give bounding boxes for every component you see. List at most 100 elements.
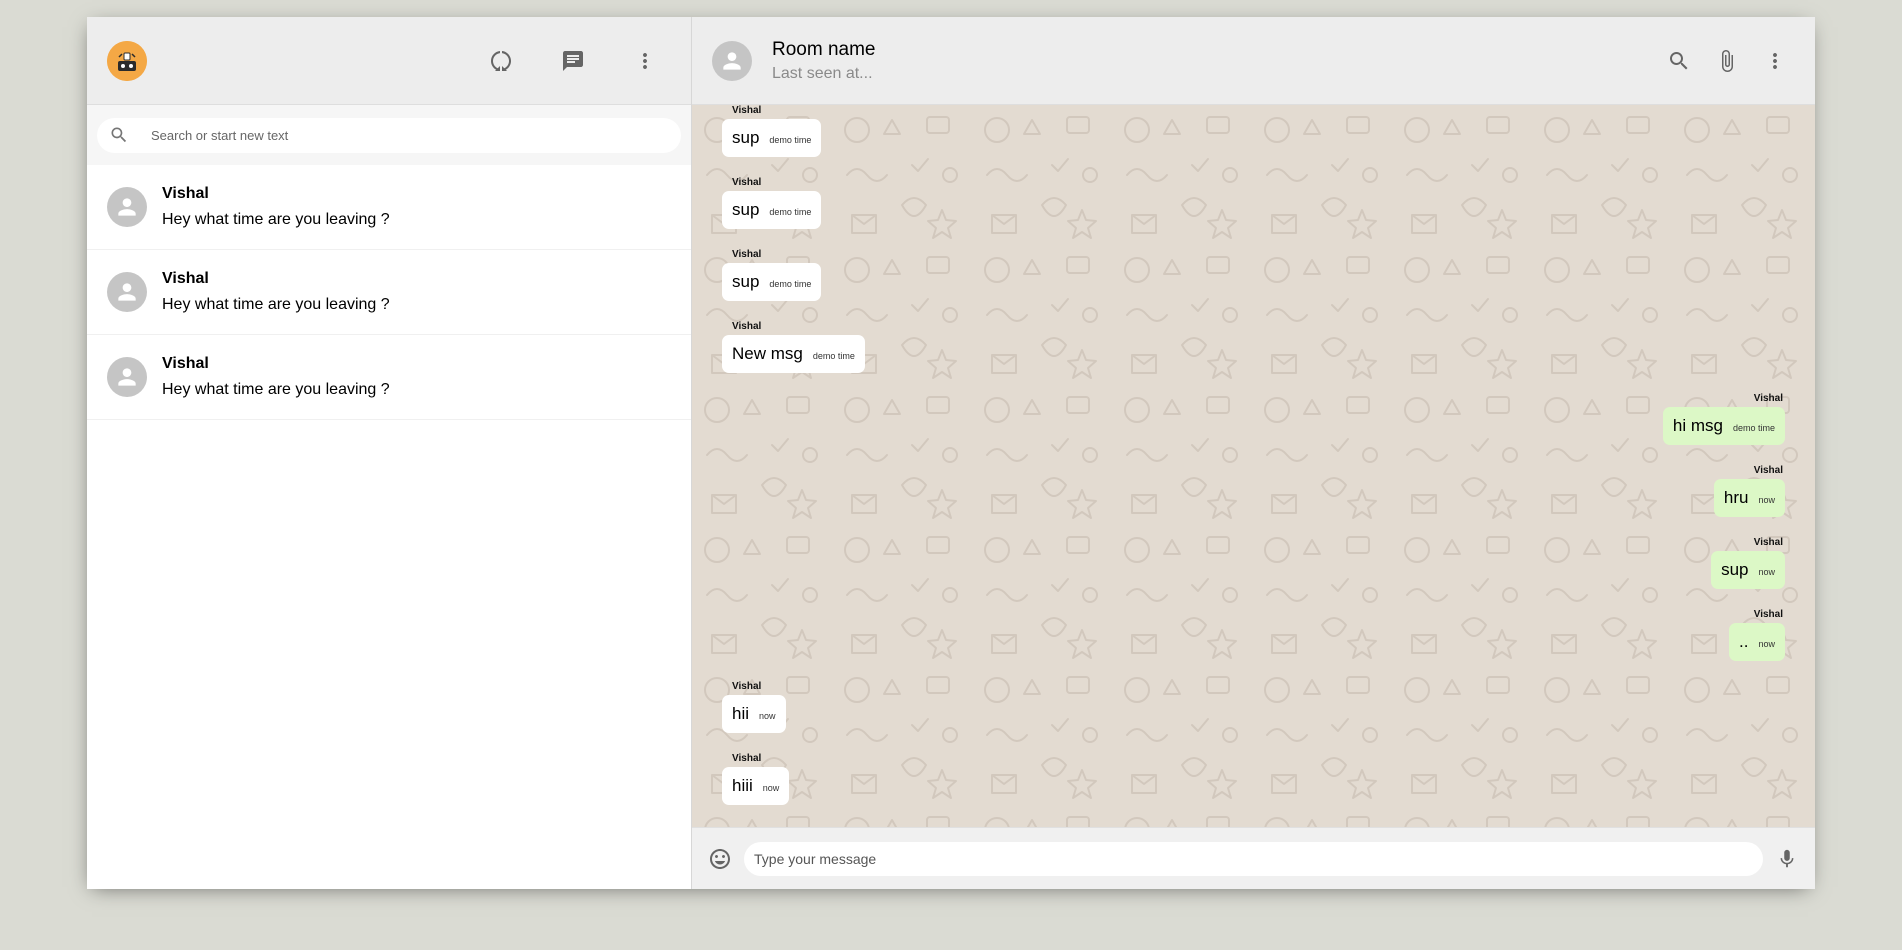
room-name: Room name — [772, 38, 876, 60]
message-bubble[interactable]: New msg demo time — [722, 335, 865, 373]
status-ring-icon — [491, 50, 511, 71]
chat-search-button[interactable] — [1659, 41, 1699, 81]
last-seen: Last seen at... — [772, 64, 873, 82]
message: Vishal hi msg demo time — [722, 393, 1785, 465]
message-time: demo time — [812, 351, 855, 361]
sidebar-header — [87, 17, 691, 105]
message-sender: Vishal — [1753, 393, 1783, 404]
message-time: now — [1758, 495, 1775, 505]
message: Vishal hiii now — [722, 753, 1785, 825]
message-bubble[interactable]: sup demo time — [722, 119, 822, 157]
message: Vishal sup demo time — [722, 249, 1785, 321]
search-icon — [1670, 51, 1688, 69]
chat-info: Vishal Hey what time are you leaving ? — [162, 355, 390, 399]
message-sender: Vishal — [732, 249, 762, 260]
message-sender: Vishal — [732, 681, 762, 692]
message-bubble[interactable]: sup demo time — [722, 191, 822, 229]
sidebar: Vishal Hey what time are you leaving ? V… — [87, 17, 692, 889]
avatar-character-icon — [107, 40, 147, 81]
message-text: .. — [1739, 632, 1749, 651]
chat-last-message: Hey what time are you leaving ? — [162, 296, 390, 313]
mic-icon — [1780, 849, 1794, 867]
chat-list: Vishal Hey what time are you leaving ? V… — [87, 165, 691, 889]
message-sender: Vishal — [732, 753, 762, 764]
message-text: sup — [732, 200, 760, 219]
chat-avatar — [107, 357, 147, 397]
mic-button[interactable] — [1769, 841, 1805, 877]
message-bubble[interactable]: sup now — [1711, 551, 1785, 589]
person-icon — [118, 368, 136, 386]
message-text: hru — [1723, 488, 1749, 507]
chat-menu-button[interactable] — [1755, 41, 1795, 81]
message-time: demo time — [1732, 423, 1775, 433]
chat-info: Vishal Hey what time are you leaving ? — [162, 185, 390, 229]
chat-panel: Room name Last seen at... Vishal sup dem… — [692, 17, 1815, 889]
person-icon — [723, 51, 741, 70]
message: Vishal .. now — [722, 609, 1785, 681]
message-text: hiii — [732, 776, 753, 795]
sidebar-search — [87, 105, 691, 165]
attach-icon — [1722, 49, 1733, 72]
message-sender: Vishal — [732, 105, 762, 116]
sidebar-menu-button[interactable] — [625, 41, 665, 81]
message-time: now — [759, 711, 776, 721]
message: Vishal hii now — [722, 681, 1785, 753]
room-avatar[interactable] — [712, 40, 752, 81]
message-sender: Vishal — [1753, 537, 1783, 548]
chat-list-item[interactable]: Vishal Hey what time are you leaving ? — [87, 335, 691, 420]
message: Vishal hru now — [722, 465, 1785, 537]
chat-last-message: Hey what time are you leaving ? — [162, 211, 390, 228]
message-input[interactable] — [744, 841, 1763, 876]
chat-footer — [692, 827, 1815, 889]
message-time: demo time — [769, 279, 812, 289]
message-time: demo time — [769, 207, 812, 217]
search-container — [97, 117, 681, 153]
search-input[interactable] — [149, 126, 669, 144]
message-time: now — [1758, 567, 1775, 577]
message-bubble[interactable]: hi msg demo time — [1662, 407, 1785, 445]
message-bubble[interactable]: hii now — [722, 695, 786, 733]
message-sender: Vishal — [1753, 609, 1783, 620]
message-bubble[interactable]: .. now — [1729, 623, 1785, 661]
emoji-button[interactable] — [702, 841, 738, 877]
chat-list-item[interactable]: Vishal Hey what time are you leaving ? — [87, 165, 691, 250]
message-bubble[interactable]: hiii now — [722, 767, 790, 805]
search-icon — [111, 127, 127, 143]
chat-info: Vishal Hey what time are you leaving ? — [162, 270, 390, 314]
more-vert-icon — [643, 52, 647, 69]
message: Vishal sup demo time — [722, 177, 1785, 249]
chat-last-message: Hey what time are you leaving ? — [162, 381, 390, 398]
message: Vishal New msg demo time — [722, 321, 1785, 393]
new-chat-button[interactable] — [553, 41, 593, 81]
message-bubble[interactable]: sup demo time — [722, 263, 822, 301]
chat-body[interactable]: Vishal sup demo time Vishal sup demo tim… — [692, 105, 1815, 827]
sidebar-header-icons — [481, 41, 671, 81]
message-time: demo time — [769, 135, 812, 145]
chat-icon — [563, 50, 583, 71]
chat-name: Vishal — [162, 185, 209, 202]
message-text: hii — [732, 704, 750, 723]
chat-header-icons — [1659, 41, 1795, 81]
more-vert-icon — [1773, 52, 1777, 69]
messages-list: Vishal sup demo time Vishal sup demo tim… — [722, 105, 1785, 825]
message: Vishal sup demo time — [722, 105, 1785, 177]
status-button[interactable] — [481, 41, 521, 81]
chat-name: Vishal — [162, 355, 209, 372]
user-avatar[interactable] — [107, 40, 147, 81]
message-time: now — [762, 783, 780, 793]
message-bubble[interactable]: hru now — [1713, 479, 1785, 517]
room-info: Room name Last seen at... — [772, 39, 1659, 83]
chat-list-item[interactable]: Vishal Hey what time are you leaving ? — [87, 250, 691, 335]
message-text: New msg — [732, 344, 803, 363]
chat-name: Vishal — [162, 270, 209, 287]
emoji-icon — [710, 848, 730, 869]
app-window: Vishal Hey what time are you leaving ? V… — [87, 17, 1815, 889]
message-text: sup — [732, 128, 760, 147]
message-text: hi msg — [1672, 416, 1723, 435]
message-sender: Vishal — [732, 177, 762, 188]
message-text: sup — [1721, 560, 1749, 579]
message: Vishal sup now — [722, 537, 1785, 609]
attach-button[interactable] — [1707, 41, 1747, 81]
message-sender: Vishal — [732, 321, 762, 332]
person-icon — [118, 198, 136, 216]
